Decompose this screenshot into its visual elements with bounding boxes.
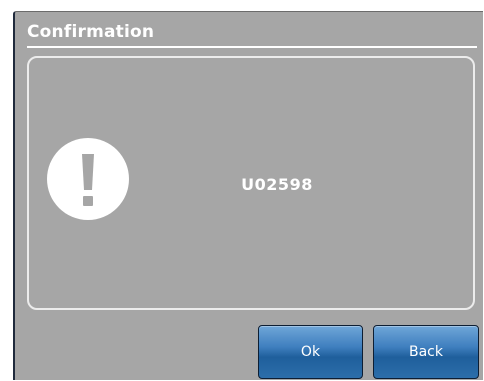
confirmation-dialog: Confirmation U02598 Ok Back [13,11,483,380]
ok-button[interactable]: Ok [258,325,363,379]
message-panel: U02598 [27,56,475,310]
ok-button-label: Ok [300,344,321,360]
back-button-label: Back [409,344,443,360]
title-divider [27,46,477,48]
message-code: U02598 [241,175,313,194]
dialog-title: Confirmation [27,22,155,42]
exclamation-icon [47,138,129,220]
back-button[interactable]: Back [373,325,479,379]
